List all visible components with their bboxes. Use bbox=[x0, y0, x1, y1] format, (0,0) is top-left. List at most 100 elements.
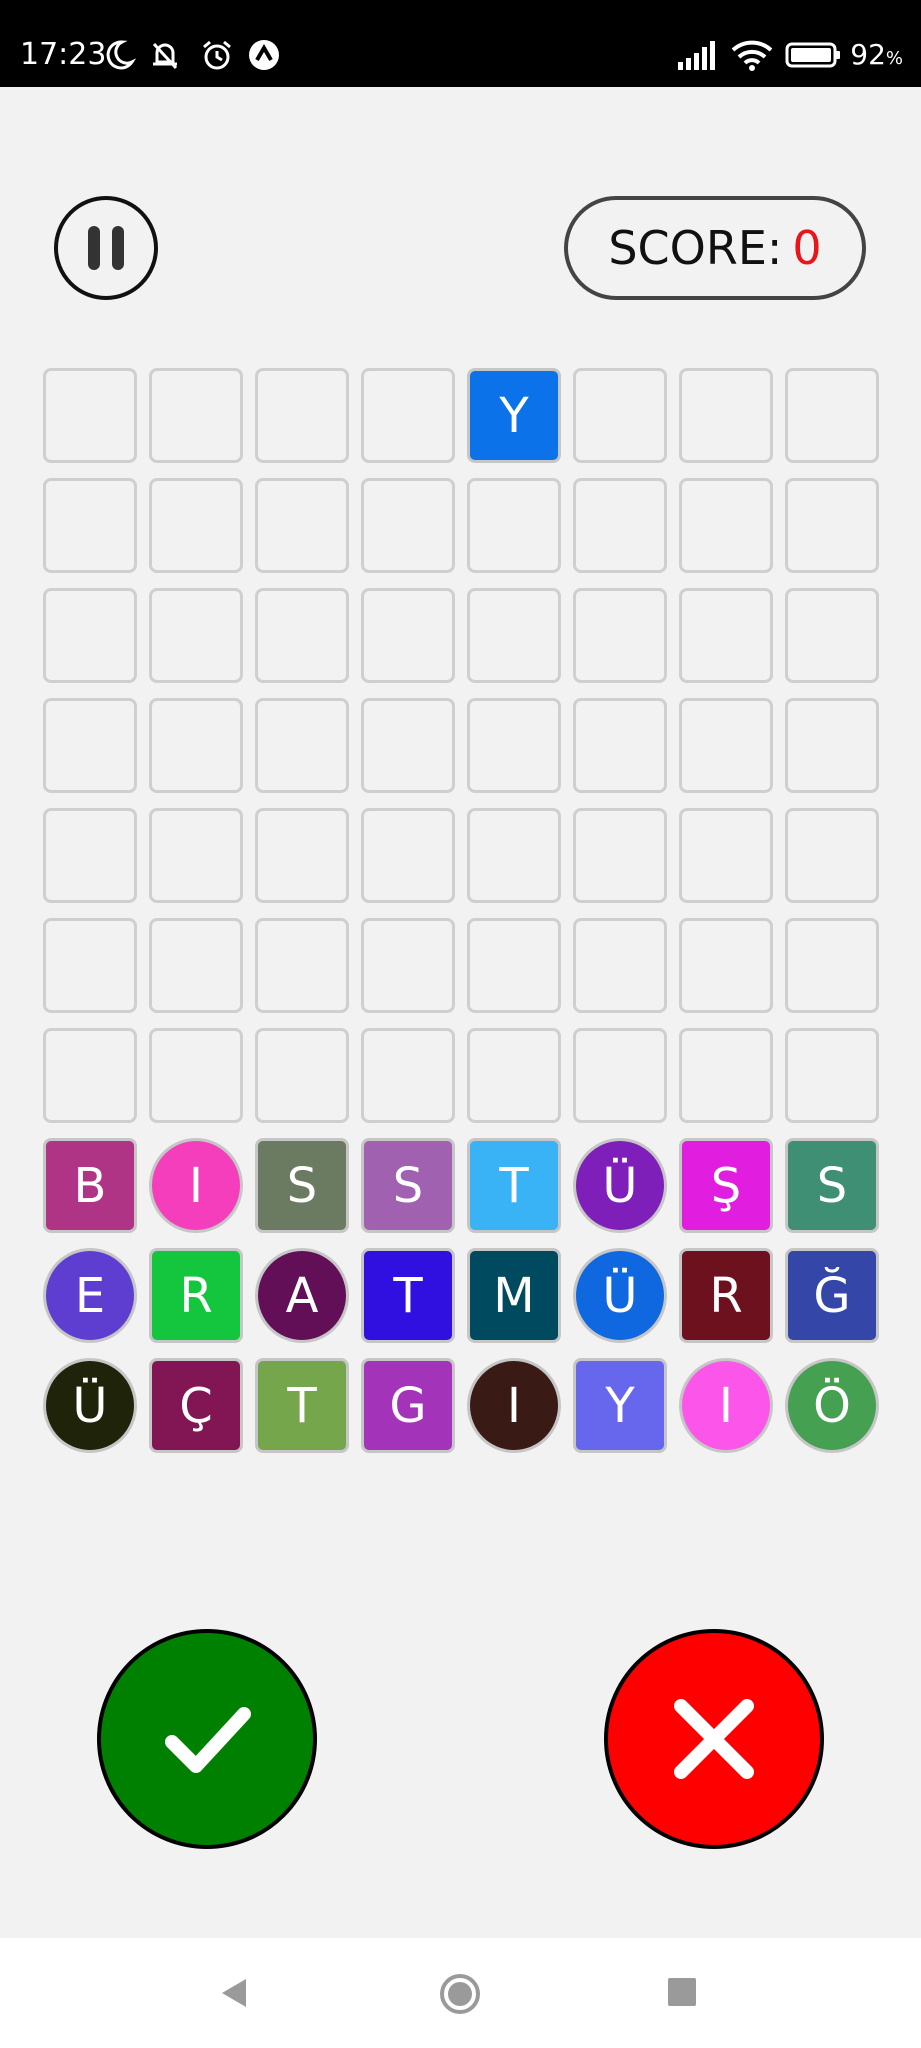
empty-cell bbox=[149, 1028, 243, 1123]
empty-cell bbox=[467, 478, 561, 573]
empty-cell bbox=[679, 918, 773, 1013]
letter-tile[interactable]: I bbox=[679, 1358, 773, 1453]
letter-tile[interactable]: S bbox=[255, 1138, 349, 1233]
status-bar: 17:23 92% bbox=[0, 0, 921, 87]
empty-cell bbox=[573, 1028, 667, 1123]
empty-cell bbox=[361, 1028, 455, 1123]
empty-cell bbox=[361, 368, 455, 463]
signal-icon bbox=[678, 41, 715, 70]
empty-cell bbox=[43, 1028, 137, 1123]
empty-cell bbox=[573, 808, 667, 903]
empty-cell bbox=[679, 478, 773, 573]
letter-tile[interactable]: Ş bbox=[679, 1138, 773, 1233]
empty-cell bbox=[43, 368, 137, 463]
battery-unit: % bbox=[885, 48, 903, 69]
empty-cell bbox=[785, 918, 879, 1013]
empty-cell bbox=[785, 368, 879, 463]
letter-tile[interactable]: R bbox=[679, 1248, 773, 1343]
letter-tile[interactable]: E bbox=[43, 1248, 137, 1343]
empty-cell bbox=[467, 918, 561, 1013]
recents-icon[interactable] bbox=[667, 1977, 697, 2007]
cancel-button[interactable] bbox=[604, 1629, 824, 1849]
empty-cell bbox=[255, 808, 349, 903]
empty-cell bbox=[361, 808, 455, 903]
empty-cell bbox=[467, 1028, 561, 1123]
empty-cell bbox=[573, 918, 667, 1013]
empty-cell bbox=[785, 698, 879, 793]
empty-cell bbox=[361, 918, 455, 1013]
wifi-icon bbox=[731, 40, 773, 71]
battery-value: 92 bbox=[850, 38, 886, 71]
letter-tile[interactable]: R bbox=[149, 1248, 243, 1343]
mute-icon bbox=[152, 42, 178, 70]
letter-tile[interactable]: Ü bbox=[573, 1138, 667, 1233]
status-time: 17:23 bbox=[20, 37, 107, 72]
letter-tile[interactable]: I bbox=[467, 1358, 561, 1453]
empty-cell bbox=[255, 368, 349, 463]
empty-cell bbox=[255, 588, 349, 683]
letter-tile[interactable]: Ö bbox=[785, 1358, 879, 1453]
empty-cell bbox=[43, 808, 137, 903]
empty-cell bbox=[255, 698, 349, 793]
game-board: YBISSTÜŞSERATMÜRĞÜÇTGIYIÖ bbox=[43, 368, 879, 1453]
app-notification-icon bbox=[249, 40, 279, 70]
score-value: 0 bbox=[792, 221, 822, 275]
letter-tile[interactable]: Y bbox=[573, 1358, 667, 1453]
letter-tile[interactable]: Ü bbox=[43, 1358, 137, 1453]
letter-tile[interactable]: S bbox=[785, 1138, 879, 1233]
empty-cell bbox=[361, 478, 455, 573]
letter-tile[interactable]: Ü bbox=[573, 1248, 667, 1343]
letter-tile[interactable]: B bbox=[43, 1138, 137, 1233]
navigation-bar bbox=[0, 1938, 921, 2048]
pause-icon bbox=[88, 226, 100, 270]
empty-cell bbox=[255, 1028, 349, 1123]
empty-cell bbox=[679, 808, 773, 903]
back-icon[interactable] bbox=[218, 1976, 250, 2010]
empty-cell bbox=[43, 478, 137, 573]
empty-cell bbox=[149, 478, 243, 573]
confirm-button[interactable] bbox=[97, 1629, 317, 1849]
empty-cell bbox=[149, 808, 243, 903]
empty-cell bbox=[573, 588, 667, 683]
empty-cell bbox=[43, 918, 137, 1013]
letter-tile[interactable]: Ç bbox=[149, 1358, 243, 1453]
letter-tile[interactable]: A bbox=[255, 1248, 349, 1343]
empty-cell bbox=[255, 918, 349, 1013]
letter-tile[interactable]: Y bbox=[467, 368, 561, 463]
letter-tile[interactable]: M bbox=[467, 1248, 561, 1343]
moon-icon bbox=[106, 40, 136, 70]
close-icon bbox=[674, 1699, 754, 1779]
empty-cell bbox=[679, 368, 773, 463]
score-label: SCORE: bbox=[608, 221, 783, 275]
letter-tile[interactable]: T bbox=[467, 1138, 561, 1233]
letter-tile[interactable]: G bbox=[361, 1358, 455, 1453]
score-display: SCORE: 0 bbox=[564, 196, 866, 300]
battery-icon bbox=[785, 42, 840, 68]
alarm-icon bbox=[203, 40, 231, 70]
empty-cell bbox=[255, 478, 349, 573]
empty-cell bbox=[573, 368, 667, 463]
letter-tile[interactable]: T bbox=[361, 1248, 455, 1343]
empty-cell bbox=[785, 588, 879, 683]
checkmark-icon bbox=[165, 1707, 251, 1773]
letter-tile[interactable]: S bbox=[361, 1138, 455, 1233]
empty-cell bbox=[679, 698, 773, 793]
home-icon[interactable] bbox=[439, 1973, 481, 2015]
empty-cell bbox=[467, 698, 561, 793]
empty-cell bbox=[149, 918, 243, 1013]
empty-cell bbox=[467, 588, 561, 683]
empty-cell bbox=[785, 1028, 879, 1123]
empty-cell bbox=[149, 588, 243, 683]
empty-cell bbox=[149, 698, 243, 793]
empty-cell bbox=[43, 698, 137, 793]
letter-tile[interactable]: Ğ bbox=[785, 1248, 879, 1343]
letter-tile[interactable]: I bbox=[149, 1138, 243, 1233]
empty-cell bbox=[785, 808, 879, 903]
pause-button[interactable] bbox=[54, 196, 158, 300]
letter-tile[interactable]: T bbox=[255, 1358, 349, 1453]
empty-cell bbox=[361, 588, 455, 683]
empty-cell bbox=[361, 698, 455, 793]
pause-icon bbox=[112, 226, 124, 270]
empty-cell bbox=[573, 478, 667, 573]
empty-cell bbox=[785, 478, 879, 573]
